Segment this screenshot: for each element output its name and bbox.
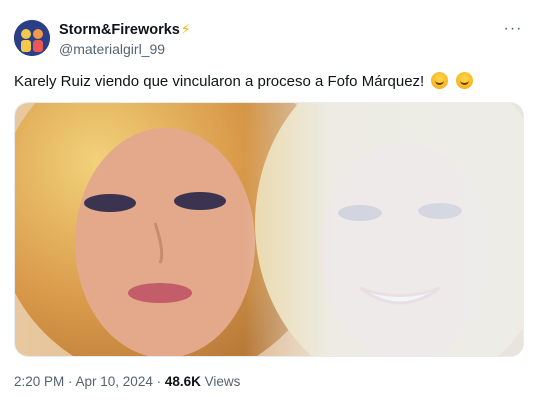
meta-separator: ·: [152, 374, 165, 389]
avatar[interactable]: [14, 20, 50, 56]
tweet-card: Storm&Fireworks⚡ @materialgirl_99 ··· Ka…: [0, 0, 537, 405]
meme-photo: [15, 103, 523, 356]
display-name-text: Storm&Fireworks: [59, 22, 180, 38]
timestamp[interactable]: 2:20 PM · Apr 10, 2024: [14, 374, 153, 389]
views-label: Views: [204, 374, 241, 389]
grinning-squinting-face-emoji: [455, 72, 473, 89]
face-with-hand-over-mouth-emoji: [431, 72, 449, 89]
more-options-icon[interactable]: ···: [503, 20, 523, 37]
avatar-image: [14, 20, 50, 56]
lightning-bolt-icon: ⚡: [180, 21, 191, 37]
tweet-meta: 2:20 PM · Apr 10, 2024 · 48.6K Views: [14, 374, 240, 389]
views-count: 48.6K: [164, 374, 201, 389]
display-name[interactable]: Storm&Fireworks⚡: [59, 21, 191, 38]
user-handle[interactable]: @materialgirl_99: [59, 41, 165, 57]
tweet-text-content: Karely Ruiz viendo que vincularon a proc…: [14, 73, 425, 90]
tweet-text: Karely Ruiz viendo que vincularon a proc…: [14, 72, 473, 90]
tweet-media-photo[interactable]: [14, 102, 524, 357]
